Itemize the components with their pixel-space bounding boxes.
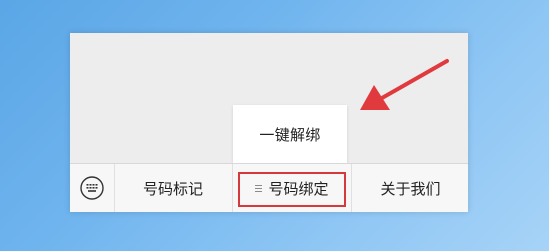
annotation-arrow-icon [360, 59, 449, 110]
